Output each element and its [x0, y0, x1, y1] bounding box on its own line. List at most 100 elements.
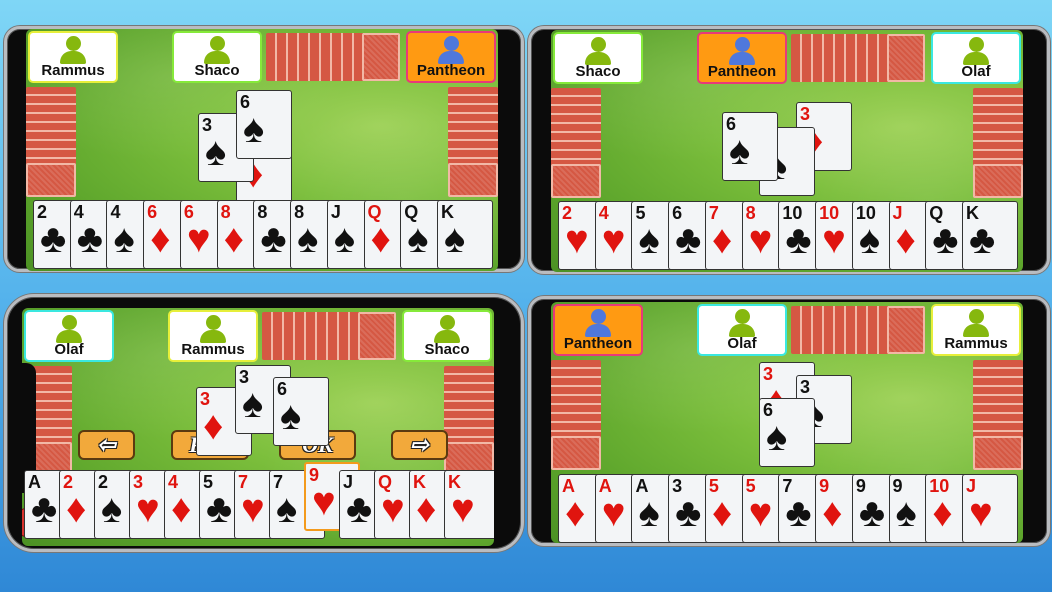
- spade-icon: ♠: [729, 129, 751, 173]
- diamond-icon: ♦: [223, 217, 245, 261]
- card-back-stack-left: [551, 360, 601, 440]
- card-back-stack-right: [973, 88, 1023, 168]
- heart-icon: ♥: [241, 487, 265, 531]
- spade-icon: ♠: [895, 491, 917, 535]
- player-badge-active: Pantheon: [697, 32, 787, 84]
- club-icon: ♣: [785, 218, 812, 262]
- spade-icon: ♠: [280, 394, 302, 438]
- club-icon: ♣: [675, 218, 702, 262]
- diamond-icon: ♦: [711, 491, 733, 535]
- player-name: Pantheon: [707, 63, 777, 80]
- avatar-head: [440, 315, 455, 330]
- player-name: Olaf: [961, 63, 991, 80]
- previous-arrow-button[interactable]: ⇦: [78, 430, 135, 460]
- club-icon: ♣: [675, 491, 702, 535]
- card-back-stack-right: [444, 366, 494, 446]
- card-back-right: [448, 163, 498, 197]
- spade-icon: ♠: [101, 487, 123, 531]
- player-badge: Rammus: [168, 310, 258, 362]
- table-card: 6 ♠: [722, 112, 778, 181]
- diamond-icon: ♦: [66, 487, 87, 531]
- diamond-icon: ♦: [416, 487, 437, 531]
- heart-icon: ♥: [136, 487, 160, 531]
- club-icon: ♣: [858, 491, 886, 535]
- player-badge: Shaco: [553, 32, 643, 84]
- heart-icon: ♥: [565, 218, 589, 262]
- heart-icon: ♥: [601, 218, 626, 262]
- game-table: RammusShacoPantheon♦3♠6♠2♣4♣4♠6♦6♥8♦8♣8♠…: [26, 29, 498, 271]
- spade-icon: ♠: [407, 217, 429, 261]
- heart-icon: ♥: [186, 217, 211, 261]
- card-back-top: [362, 33, 400, 81]
- avatar-head: [591, 309, 606, 324]
- player-name: Rammus: [41, 62, 105, 79]
- club-icon: ♣: [31, 487, 58, 531]
- avatar-head: [444, 36, 459, 51]
- card-back-left: [551, 436, 601, 470]
- player-name: Olaf: [727, 335, 757, 352]
- diamond-icon: ♦: [171, 487, 192, 531]
- avatar-head: [735, 309, 750, 324]
- spade-icon: ♠: [638, 491, 660, 535]
- club-icon: ♣: [260, 217, 287, 261]
- spade-icon: ♠: [276, 487, 298, 531]
- phone-frame: PantheonOlafRammus3♦3♠6♠A♦A♥A♠3♣5♦5♥7♣9♦…: [528, 296, 1050, 546]
- table-card: 6 ♠: [759, 398, 815, 467]
- player-badge-active: Pantheon: [553, 304, 643, 356]
- spade-icon: ♠: [242, 382, 264, 426]
- card-back-stack-top: [791, 306, 891, 354]
- card-back-stack-top: [262, 312, 362, 360]
- heart-icon: ♥: [748, 491, 773, 535]
- player-name: Shaco: [194, 62, 240, 79]
- spade-icon: ♠: [444, 217, 466, 261]
- player-name: Rammus: [181, 341, 245, 358]
- club-icon: ♣: [785, 491, 812, 535]
- game-table: ShacoPantheonOlaf3♦♠6♠2♥4♥5♠6♣7♦8♥10♣10♥…: [551, 30, 1023, 272]
- heart-icon: ♥: [822, 218, 846, 262]
- spade-icon: ♠: [638, 218, 660, 262]
- card-back-top: [358, 312, 396, 360]
- heart-icon: ♥: [381, 487, 405, 531]
- player-badge: Olaf: [24, 310, 114, 362]
- avatar-head: [735, 37, 750, 52]
- avatar-head: [62, 315, 77, 330]
- player-badge: Rammus: [931, 304, 1021, 356]
- hand-card[interactable]: K ♠: [437, 200, 493, 269]
- avatar-head: [206, 315, 221, 330]
- heart-icon: ♥: [451, 487, 475, 531]
- hand-card[interactable]: J ♥: [962, 474, 1018, 543]
- diamond-icon: ♦: [822, 491, 843, 535]
- player-name: Shaco: [575, 63, 621, 80]
- phone-frame: RammusShacoPantheon♦3♠6♠2♣4♣4♠6♦6♥8♦8♣8♠…: [4, 26, 524, 272]
- club-icon: ♣: [76, 217, 103, 261]
- card-back-stack-top: [266, 33, 366, 81]
- spade-icon: ♠: [113, 217, 135, 261]
- phone-frame: ShacoPantheonOlaf3♦♠6♠2♥4♥5♠6♣7♦8♥10♣10♥…: [528, 26, 1050, 274]
- player-badge: Olaf: [697, 304, 787, 356]
- club-icon: ♣: [932, 218, 959, 262]
- card-back-top: [887, 34, 925, 82]
- card-back-right: [973, 164, 1023, 198]
- avatar-head: [66, 36, 81, 51]
- player-name: Rammus: [944, 335, 1008, 352]
- club-icon: ♣: [206, 487, 233, 531]
- club-icon: ♣: [346, 487, 373, 531]
- next-arrow-button[interactable]: ⇨: [391, 430, 448, 460]
- hand-card[interactable]: K ♣: [962, 201, 1018, 270]
- card-back-left: [551, 164, 601, 198]
- avatar-head: [969, 37, 984, 52]
- player-name: Pantheon: [416, 62, 486, 79]
- player-badge: Shaco: [402, 310, 492, 362]
- card-back-stack-right: [973, 360, 1023, 440]
- spade-icon: ♠: [205, 130, 227, 174]
- card-back-stack-left: [551, 88, 601, 168]
- spade-icon: ♠: [766, 415, 788, 459]
- diamond-icon: ♦: [565, 491, 586, 535]
- spade-icon: ♠: [858, 218, 881, 262]
- hand-card[interactable]: K ♥: [444, 470, 494, 539]
- card-back-stack-top: [791, 34, 891, 82]
- game-table: Olaf Rammus Shaco 3 ♦ 3 ♠ 6 ♠ A ♣ 2 ♦ 2 ♠ 3 ♥ 4 ♦ 5 ♣ 7 ♥ 7 ♠ 9 ♥ J…: [22, 308, 494, 546]
- table-card: 6 ♠: [273, 377, 329, 446]
- avatar-head: [210, 36, 225, 51]
- heart-icon: ♥: [601, 491, 626, 535]
